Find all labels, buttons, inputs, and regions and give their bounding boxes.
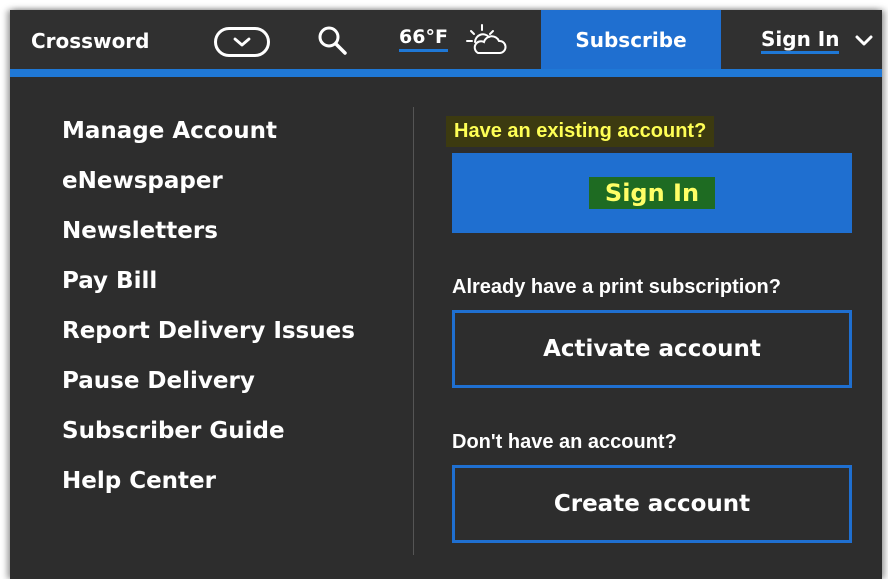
activate-account-label: Activate account [543,336,761,362]
no-account-label: Don't have an account? [452,431,677,453]
menu-item-subscriber-guide[interactable]: Subscriber Guide [62,415,355,465]
crossword-link[interactable]: Crossword [31,29,150,53]
menu-item-pay-bill[interactable]: Pay Bill [62,265,355,315]
menu-item-pause-delivery[interactable]: Pause Delivery [62,365,355,415]
more-menu-button[interactable] [214,27,270,57]
subscribe-button[interactable]: Subscribe [541,10,721,69]
account-dropdown-window: Crossword 66°F Subscribe Sign In Manage … [10,10,882,579]
chevron-down-icon [233,37,251,47]
menu-item-manage-account[interactable]: Manage Account [62,115,355,165]
chevron-down-icon[interactable] [855,35,873,47]
menu-item-help-center[interactable]: Help Center [62,465,355,515]
menu-item-report-delivery-issues[interactable]: Report Delivery Issues [62,315,355,365]
sign-in-button[interactable]: Sign In [452,153,852,233]
menu-item-enewspaper[interactable]: eNewspaper [62,165,355,215]
print-subscription-label: Already have a print subscription? [452,276,781,298]
sign-in-menu-link[interactable]: Sign In [761,27,840,54]
menu-item-newsletters[interactable]: Newsletters [62,215,355,265]
search-icon[interactable] [316,24,348,56]
existing-account-label: Have an existing account? [446,116,715,147]
top-nav-bar: Crossword 66°F Subscribe Sign In [10,10,882,69]
sign-in-button-label: Sign In [588,177,716,209]
vertical-divider [413,107,414,555]
create-account-label: Create account [553,491,751,517]
account-menu-list: Manage Account eNewspaper Newsletters Pa… [62,115,355,515]
nav-accent-strip [10,69,882,77]
subscribe-label: Subscribe [575,27,687,52]
activate-account-button[interactable]: Activate account [452,310,852,388]
create-account-button[interactable]: Create account [452,465,852,543]
partly-cloudy-icon [466,24,507,54]
weather-temperature-link[interactable]: 66°F [399,25,448,52]
